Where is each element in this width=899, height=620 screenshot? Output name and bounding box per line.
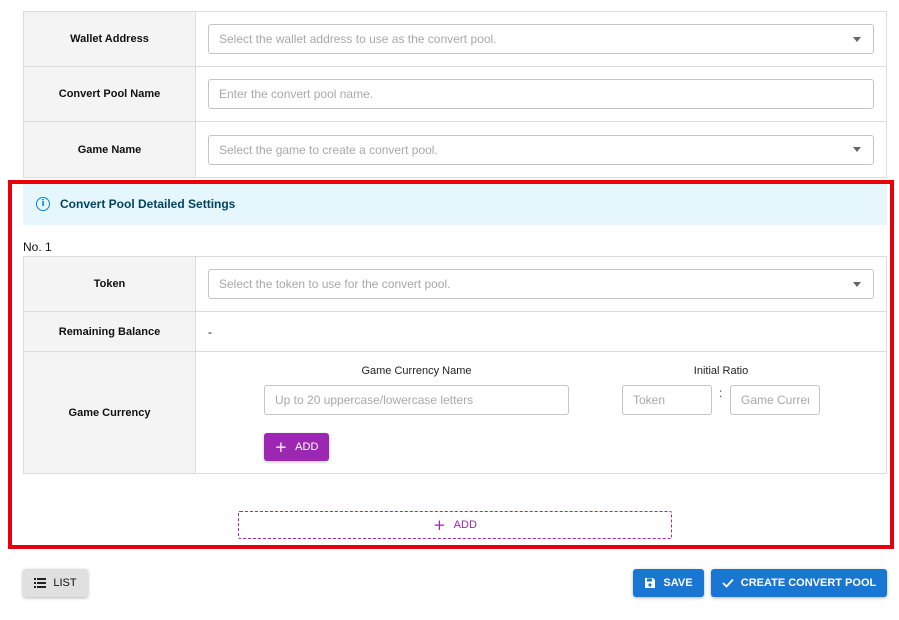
list-button[interactable]: LIST [23,569,88,597]
wallet-address-select[interactable]: Select the wallet address to use as the … [208,24,874,54]
wallet-address-placeholder: Select the wallet address to use as the … [219,32,497,46]
list-button-label: LIST [53,577,77,589]
wallet-address-label: Wallet Address [24,12,196,66]
check-icon [722,578,734,588]
save-button[interactable]: SAVE [633,569,704,597]
convert-pool-name-label: Convert Pool Name [24,67,196,121]
game-name-placeholder: Select the game to create a convert pool… [219,142,438,157]
chevron-down-icon [853,36,861,42]
chevron-down-icon [853,147,861,152]
game-name-select[interactable]: Select the game to create a convert pool… [208,134,874,165]
list-icon [34,578,47,588]
save-icon [645,578,656,588]
save-button-label: SAVE [663,577,693,589]
game-name-row: Game Name Select the game to create a co… [24,122,886,177]
create-convert-pool-button[interactable]: CREATE CONVERT POOL [711,569,887,597]
pool-base-form: Wallet Address Select the wallet address… [23,11,887,178]
highlight-frame [8,180,894,549]
convert-pool-name-input[interactable] [208,79,874,109]
create-convert-pool-label: CREATE CONVERT POOL [740,577,877,589]
convert-pool-name-row: Convert Pool Name [24,67,886,122]
wallet-address-row: Wallet Address Select the wallet address… [24,12,886,67]
game-name-label: Game Name [24,122,196,177]
